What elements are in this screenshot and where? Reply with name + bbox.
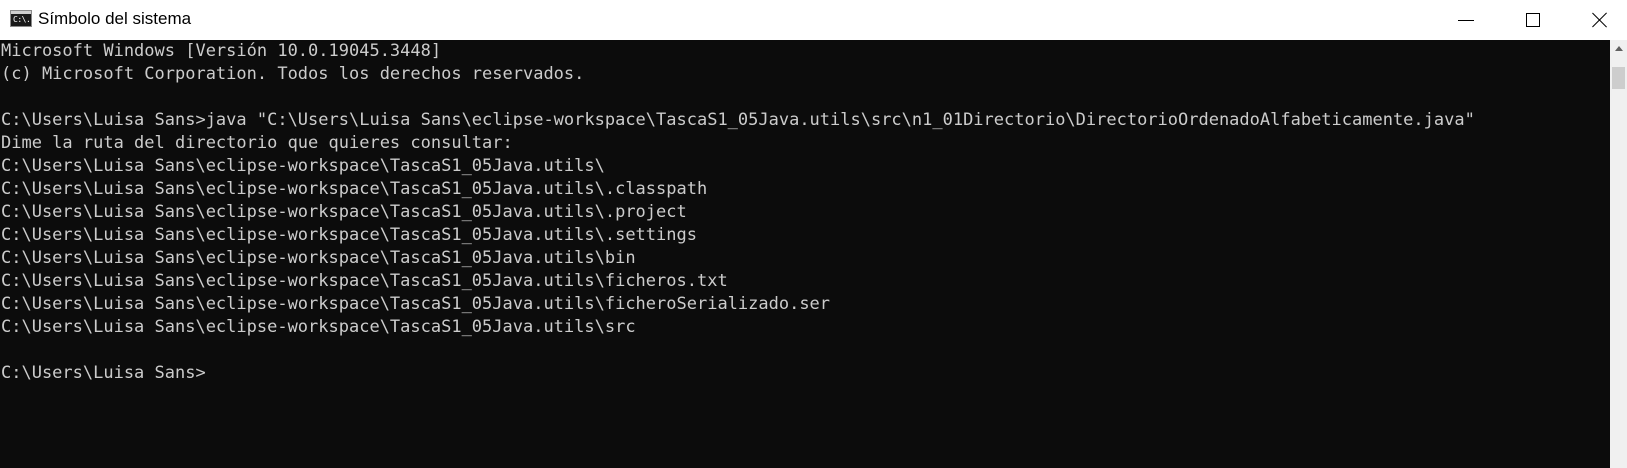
console-output[interactable]: Microsoft Windows [Versión 10.0.19045.34… (0, 40, 1610, 468)
console-line: C:\Users\Luisa Sans\eclipse-workspace\Ta… (1, 317, 636, 337)
vertical-scrollbar[interactable] (1610, 40, 1627, 468)
window-title: Símbolo del sistema (38, 9, 192, 28)
scrollbar-thumb[interactable] (1612, 67, 1625, 89)
minimize-icon (1458, 19, 1474, 21)
console-line: C:\Users\Luisa Sans\eclipse-workspace\Ta… (1, 156, 605, 176)
console-line: C:\Users\Luisa Sans\eclipse-workspace\Ta… (1, 225, 697, 245)
console-line: C:\Users\Luisa Sans\eclipse-workspace\Ta… (1, 179, 708, 199)
chevron-up-icon (1614, 46, 1623, 51)
scroll-up-button[interactable] (1610, 40, 1627, 57)
close-button[interactable] (1570, 0, 1627, 40)
app-icon-label: C:\. (13, 15, 31, 24)
minimize-button[interactable] (1436, 0, 1496, 40)
console-app-icon[interactable]: C:\. (10, 10, 32, 27)
console-line: Microsoft Windows [Versión 10.0.19045.34… (1, 41, 442, 61)
console-line: C:\Users\Luisa Sans>java "C:\Users\Luisa… (1, 110, 1475, 130)
console-line: C:\Users\Luisa Sans\eclipse-workspace\Ta… (1, 271, 728, 291)
console-prompt-line: C:\Users\Luisa Sans> (1, 363, 206, 383)
close-icon (1592, 12, 1608, 28)
console-line: C:\Users\Luisa Sans\eclipse-workspace\Ta… (1, 202, 687, 222)
maximize-icon (1526, 13, 1540, 27)
title-bar[interactable]: C:\. Símbolo del sistema (0, 0, 1627, 40)
console-line: (c) Microsoft Corporation. Todos los der… (1, 64, 585, 84)
console-line: Dime la ruta del directorio que quieres … (1, 133, 513, 153)
maximize-button[interactable] (1503, 0, 1563, 40)
console-line: C:\Users\Luisa Sans\eclipse-workspace\Ta… (1, 248, 636, 268)
console-line: C:\Users\Luisa Sans\eclipse-workspace\Ta… (1, 294, 831, 314)
